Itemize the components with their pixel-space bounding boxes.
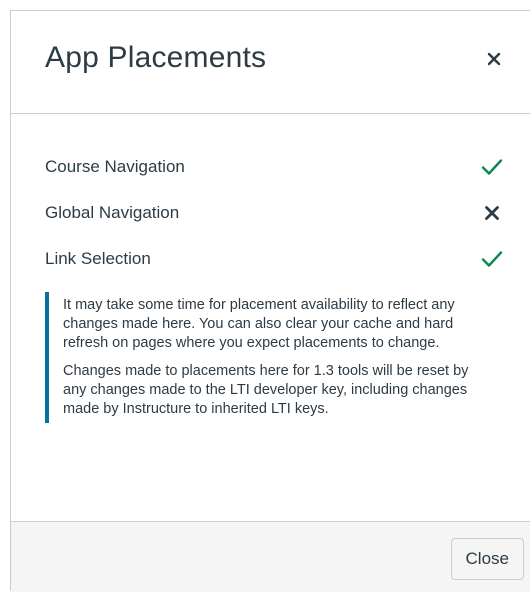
placement-label: Link Selection (45, 249, 151, 268)
x-icon (479, 200, 505, 226)
check-icon (479, 246, 505, 272)
placement-row-course-navigation: Course Navigation (45, 152, 505, 182)
modal-title: App Placements (45, 41, 267, 74)
placement-row-link-selection: Link Selection (45, 244, 505, 274)
placement-row-global-navigation: Global Navigation (45, 198, 505, 228)
app-placements-modal: App Placements Course Navigation Global … (10, 10, 530, 592)
info-alert: It may take some time for placement avai… (45, 292, 485, 423)
placement-label: Global Navigation (45, 203, 180, 222)
info-paragraph-lti-reset: Changes made to placements here for 1.3 … (63, 363, 469, 417)
info-paragraph-cache: It may take some time for placement avai… (63, 297, 455, 351)
close-button[interactable]: Close (450, 538, 524, 580)
placement-label: Course Navigation (45, 157, 185, 176)
check-icon (479, 154, 505, 180)
modal-header: App Placements (11, 11, 530, 114)
close-icon[interactable] (480, 45, 508, 73)
modal-body: Course Navigation Global Navigation Link… (11, 114, 530, 521)
modal-footer: Close (11, 521, 530, 592)
